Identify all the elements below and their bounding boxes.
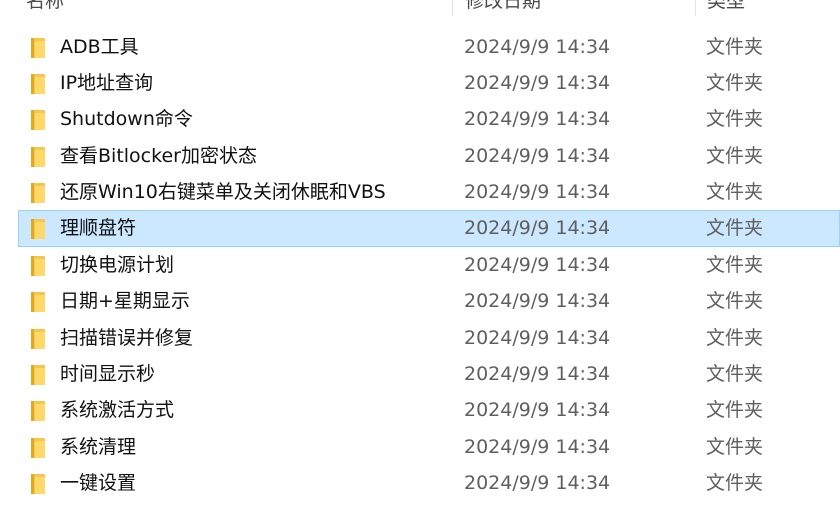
file-type: 文件夹: [706, 290, 764, 313]
file-type: 文件夹: [706, 35, 764, 58]
file-row[interactable]: 系统激活方式 2024/9/9 14:34 文件夹: [0, 392, 840, 428]
file-type: 文件夹: [706, 472, 764, 495]
file-name: 系统激活方式: [60, 399, 175, 422]
column-divider[interactable]: [695, 0, 696, 16]
column-divider[interactable]: [452, 0, 453, 16]
file-name: 日期+星期显示: [60, 290, 190, 313]
file-name: 时间显示秒: [60, 363, 156, 386]
folder-icon: [31, 73, 45, 94]
folder-icon: [31, 110, 45, 131]
column-header-name[interactable]: 名称: [26, 0, 446, 16]
folder-icon: [31, 146, 45, 167]
file-type: 文件夹: [706, 144, 764, 167]
file-name: 还原Win10右键菜单及关闭休眠和VBS: [60, 181, 386, 204]
file-name: Shutdown命令: [60, 108, 193, 131]
file-name: 扫描错误并修复: [60, 326, 194, 349]
file-type: 文件夹: [706, 71, 764, 94]
file-row[interactable]: 一键设置 2024/9/9 14:34 文件夹: [0, 465, 840, 501]
file-type: 文件夹: [706, 108, 764, 131]
date-modified: 2024/9/9 14:34: [464, 108, 611, 131]
file-type: 文件夹: [706, 253, 764, 276]
date-modified: 2024/9/9 14:34: [464, 399, 611, 422]
folder-icon: [31, 401, 45, 422]
file-name: 系统清理: [60, 435, 137, 458]
file-type: 文件夹: [706, 326, 764, 349]
file-name: 理顺盘符: [60, 217, 137, 240]
file-row[interactable]: 切换电源计划 2024/9/9 14:34 文件夹: [0, 247, 840, 283]
file-row[interactable]: 理顺盘符 2024/9/9 14:34 文件夹: [18, 210, 840, 247]
folder-icon: [31, 292, 45, 313]
file-type: 文件夹: [706, 435, 764, 458]
file-name: 切换电源计划: [60, 253, 175, 276]
file-row[interactable]: 日期+星期显示 2024/9/9 14:34 文件夹: [0, 283, 840, 319]
file-type: 文件夹: [706, 181, 764, 204]
date-modified: 2024/9/9 14:34: [464, 253, 611, 276]
file-row[interactable]: 时间显示秒 2024/9/9 14:34 文件夹: [0, 356, 840, 392]
folder-icon: [31, 474, 45, 495]
folder-icon: [31, 183, 45, 204]
file-row[interactable]: IP地址查询 2024/9/9 14:34 文件夹: [0, 65, 840, 101]
file-row[interactable]: 还原Win10右键菜单及关闭休眠和VBS 2024/9/9 14:34 文件夹: [0, 174, 840, 210]
file-type: 文件夹: [706, 399, 764, 422]
file-row[interactable]: 扫描错误并修复 2024/9/9 14:34 文件夹: [0, 320, 840, 356]
folder-icon: [31, 365, 45, 386]
folder-icon: [31, 219, 45, 240]
file-row[interactable]: 查看Bitlocker加密状态 2024/9/9 14:34 文件夹: [0, 138, 840, 174]
file-row[interactable]: 系统清理 2024/9/9 14:34 文件夹: [0, 429, 840, 465]
file-type: 文件夹: [706, 217, 764, 240]
folder-icon: [31, 328, 45, 349]
file-row[interactable]: ADB工具 2024/9/9 14:34 文件夹: [0, 29, 840, 65]
date-modified: 2024/9/9 14:34: [464, 217, 611, 240]
date-modified: 2024/9/9 14:34: [464, 472, 611, 495]
file-list: ADB工具 2024/9/9 14:34 文件夹 IP地址查询 2024/9/9 14:…: [0, 29, 840, 502]
column-header-type[interactable]: 类型: [707, 0, 827, 16]
file-name: 一键设置: [60, 472, 137, 495]
file-row[interactable]: Shutdown命令 2024/9/9 14:34 文件夹: [0, 101, 840, 137]
date-modified: 2024/9/9 14:34: [464, 326, 611, 349]
column-header-date-modified[interactable]: 修改日期: [465, 0, 690, 16]
date-modified: 2024/9/9 14:34: [464, 144, 611, 167]
date-modified: 2024/9/9 14:34: [464, 435, 611, 458]
file-name: IP地址查询: [60, 71, 154, 94]
file-name: ADB工具: [60, 35, 139, 58]
date-modified: 2024/9/9 14:34: [464, 290, 611, 313]
file-name: 查看Bitlocker加密状态: [60, 144, 257, 167]
date-modified: 2024/9/9 14:34: [464, 363, 611, 386]
folder-icon: [31, 37, 45, 58]
column-header-bar: 名称 修改日期 类型: [0, 0, 840, 16]
file-type: 文件夹: [706, 363, 764, 386]
date-modified: 2024/9/9 14:34: [464, 71, 611, 94]
date-modified: 2024/9/9 14:34: [464, 181, 611, 204]
date-modified: 2024/9/9 14:34: [464, 35, 611, 58]
folder-icon: [31, 437, 45, 458]
folder-icon: [31, 255, 45, 276]
